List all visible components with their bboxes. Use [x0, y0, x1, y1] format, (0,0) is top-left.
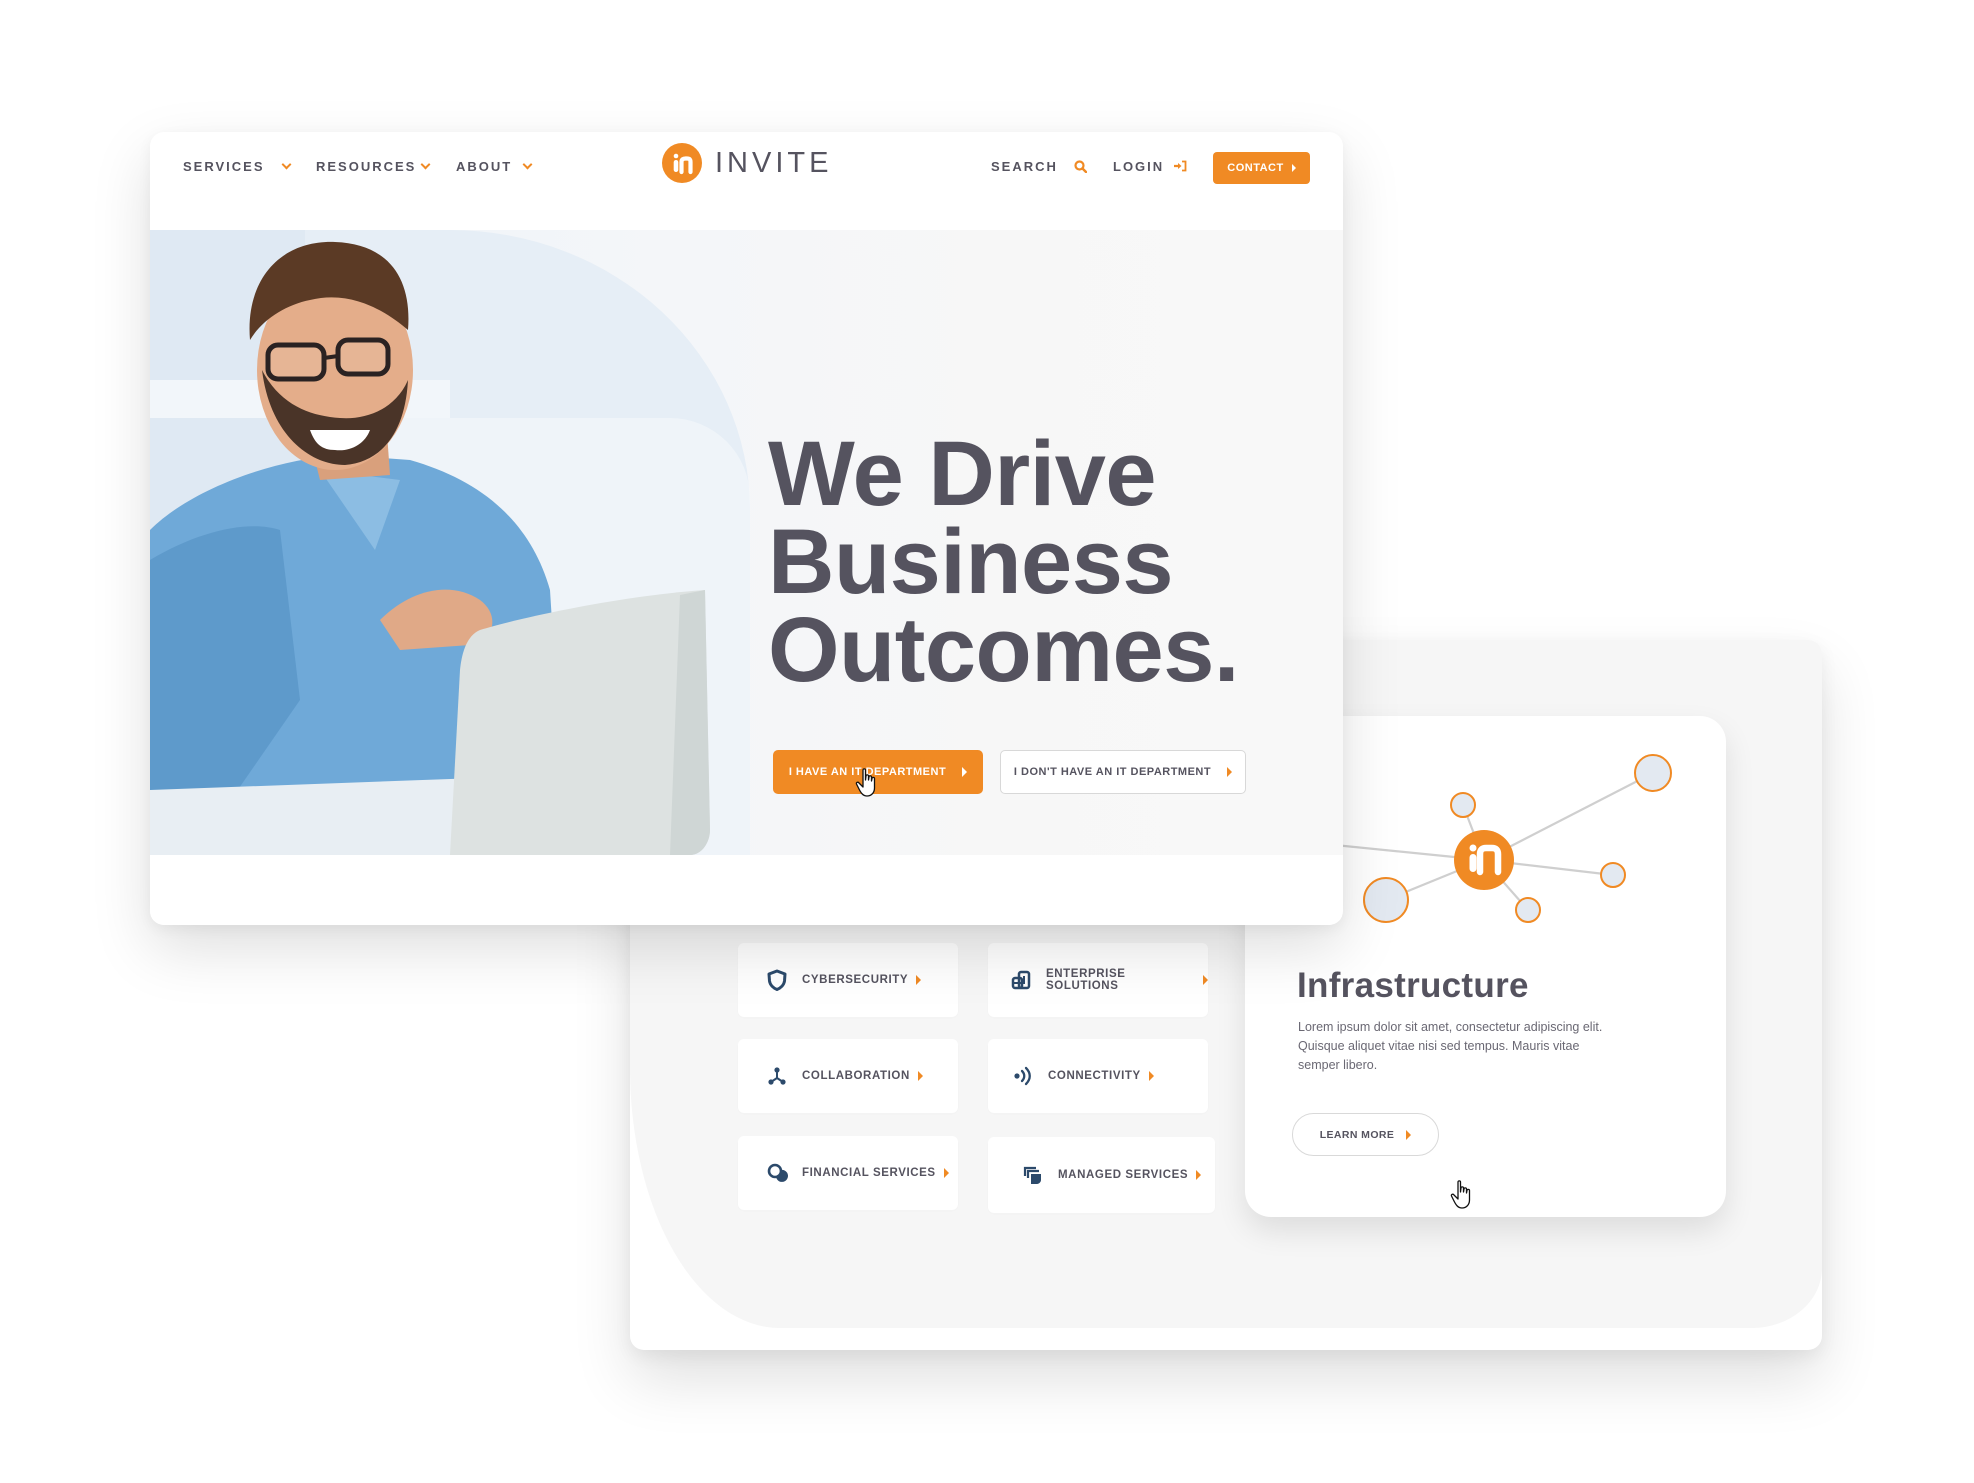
no-it-department-button[interactable]: I DON'T HAVE AN IT DEPARTMENT: [1000, 750, 1246, 794]
diagram-node: [1600, 862, 1626, 888]
nav-about-label: ABOUT: [456, 158, 513, 174]
hero-headline: We Drive Business Outcomes.: [768, 423, 1239, 701]
nav-about[interactable]: ABOUT: [456, 156, 533, 176]
chevron-down-icon: [420, 159, 431, 169]
caret-right-icon: [917, 1071, 923, 1081]
diagram-node: [1363, 877, 1409, 923]
contact-button-label: CONTACT: [1227, 162, 1284, 174]
invite-logo-icon: [1454, 830, 1514, 890]
search-icon: [1074, 159, 1087, 173]
headline-line: We Drive: [768, 423, 1157, 525]
hero-section: We Drive Business Outcomes. I HAVE AN IT…: [150, 230, 1343, 855]
tile-label: COLLABORATION: [802, 1070, 910, 1082]
headline-line: Business: [768, 511, 1174, 613]
nav-services-label: SERVICES: [183, 158, 265, 174]
nav-search[interactable]: SEARCH: [991, 156, 1087, 176]
learn-more-button[interactable]: LEARN MORE: [1292, 1113, 1439, 1156]
caret-right-icon: [1291, 164, 1296, 172]
headline-line: Outcomes.: [768, 599, 1239, 701]
home-page-card: SERVICES RESOURCES ABOUT INVITE SEARCH L…: [150, 132, 1343, 925]
nav-resources-label: RESOURCES: [316, 158, 417, 174]
login-icon: [1173, 160, 1187, 172]
nav-resources[interactable]: RESOURCES: [316, 156, 431, 176]
service-tile-collaboration[interactable]: COLLABORATION: [738, 1039, 958, 1113]
nav-login-label: LOGIN: [1113, 158, 1165, 174]
coins-icon: [766, 1162, 788, 1184]
signal-waves-icon: [1012, 1065, 1034, 1087]
network-nodes-icon: [766, 1065, 788, 1087]
caret-right-icon: [1406, 1129, 1412, 1140]
chevron-down-icon: [522, 159, 533, 169]
caret-right-icon: [1148, 1071, 1154, 1081]
hero-bottom-curve: [150, 855, 1343, 925]
tile-label: FINANCIAL SERVICES: [802, 1167, 936, 1179]
nav-search-label: SEARCH: [991, 158, 1058, 174]
contact-button[interactable]: CONTACT: [1213, 152, 1310, 184]
no-it-department-label: I DON'T HAVE AN IT DEPARTMENT: [1013, 766, 1212, 778]
have-it-department-label: I HAVE AN IT DEPARTMENT: [788, 766, 947, 778]
diagram-node: [1515, 897, 1541, 923]
diagram-node: [1450, 792, 1476, 818]
invite-logo[interactable]: INVITE: [662, 143, 832, 183]
have-it-department-button[interactable]: I HAVE AN IT DEPARTMENT: [773, 750, 983, 794]
learn-more-label: LEARN MORE: [1319, 1128, 1395, 1141]
caret-right-icon: [1196, 1170, 1202, 1180]
service-tile-managed-services[interactable]: MANAGED SERVICES: [988, 1137, 1215, 1213]
featured-service-title: Infrastructure: [1297, 966, 1529, 1005]
chevron-down-icon: [281, 159, 291, 169]
service-tile-financial-services[interactable]: FINANCIAL SERVICES: [738, 1136, 958, 1210]
featured-service-description: Lorem ipsum dolor sit amet, consectetur …: [1298, 1020, 1603, 1072]
caret-right-icon: [962, 767, 968, 777]
tile-label: MANAGED SERVICES: [1058, 1169, 1189, 1181]
invite-logo-icon: [662, 143, 702, 183]
smiling-man-with-laptop-photo: [150, 241, 710, 855]
hand-cursor-icon: [1450, 1180, 1471, 1209]
nav-login[interactable]: LOGIN: [1113, 156, 1187, 176]
tile-label: CONNECTIVITY: [1048, 1070, 1141, 1082]
top-navigation: SERVICES RESOURCES ABOUT INVITE SEARCH L…: [150, 132, 1343, 230]
logo-wordmark: INVITE: [715, 146, 833, 179]
nav-services[interactable]: SERVICES: [183, 156, 291, 176]
caret-right-icon: [1227, 767, 1233, 777]
layers-icon: [1022, 1164, 1044, 1186]
diagram-node: [1634, 754, 1672, 792]
service-tile-connectivity[interactable]: CONNECTIVITY: [988, 1039, 1208, 1113]
caret-right-icon: [943, 1168, 949, 1178]
